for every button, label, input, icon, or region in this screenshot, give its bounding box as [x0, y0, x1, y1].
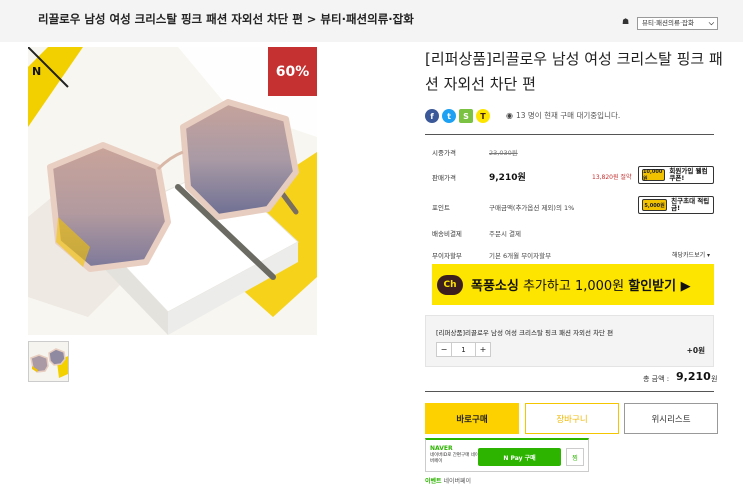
invite-reward-text: 친구초대 적립금!: [671, 197, 710, 212]
quantity-stepper: − 1 +: [436, 342, 491, 357]
reward-icon: 5,000원: [642, 199, 668, 211]
quantity-plus-button[interactable]: +: [475, 342, 491, 357]
kakao-channel-icon: Ch: [437, 274, 463, 295]
points-label: 포인트: [432, 204, 450, 212]
list-price-label: 시중가격: [432, 149, 456, 157]
card-list-link[interactable]: 해당카드보기 ▾: [672, 250, 710, 259]
chevron-down-icon: ⌵: [708, 19, 714, 27]
signup-coupon-button[interactable]: 10,000원 회원가입 웰컴쿠폰!: [638, 166, 714, 184]
naver-pay-event[interactable]: 이벤트 네이버페이: [425, 476, 471, 485]
naver-pay-buy-button[interactable]: N Pay 구매: [478, 448, 561, 466]
total-unit: 원: [711, 375, 718, 383]
home-icon[interactable]: ☗: [622, 17, 629, 26]
kakao-banner-normal: 추가하고 1,000원: [518, 279, 629, 294]
divider: [425, 391, 714, 392]
divider: [425, 134, 714, 135]
option-name: [리퍼상품]리끌로우 남성 여성 크리스탈 핑크 패션 자외선 차단 편: [436, 329, 614, 337]
eye-icon: ◉: [506, 111, 513, 120]
option-price: +0원: [686, 346, 705, 355]
kakao-channel-banner[interactable]: Ch 폭풍소싱 추가하고 1,000원 할인받기 ▶: [432, 264, 714, 305]
installment-label: 무이자할부: [432, 252, 462, 260]
shipping-label: 배송비결제: [432, 230, 462, 238]
add-to-cart-button[interactable]: 장바구니: [525, 403, 619, 434]
thumbnail-photo: [29, 342, 68, 381]
coupon-icon: 10,000원: [642, 169, 666, 182]
kakao-banner-bold-2: 할인받기: [628, 279, 677, 294]
total-label: 총 금액 :: [643, 375, 670, 383]
breadcrumb: 리끌로우 남성 여성 크리스탈 핑크 패션 자외선 차단 편 > 뷰티·패션의류…: [38, 12, 414, 26]
naver-pay-event-text: 네이버페이: [441, 478, 472, 485]
shipping-value: 주문시 결제: [489, 230, 521, 238]
wishlist-button[interactable]: 위시리스트: [624, 403, 718, 434]
arrow-right-icon: ▶: [676, 279, 691, 294]
invite-reward-button[interactable]: 5,000원 친구초대 적립금!: [638, 196, 714, 214]
quantity-input[interactable]: 1: [452, 342, 475, 357]
viewer-count-text: 13 명이 현재 구매 대기중입니다.: [515, 111, 621, 120]
category-select[interactable]: 뷰티·패션의류·잡화 ⌵: [637, 17, 718, 30]
kakaostory-icon[interactable]: S: [459, 109, 473, 123]
quantity-minus-button[interactable]: −: [436, 342, 452, 357]
naver-pay-description: 네이버ID로 간편구매 네이버페이: [430, 453, 480, 464]
twitter-icon[interactable]: t: [442, 109, 456, 123]
selected-option: [리퍼상품]리끌로우 남성 여성 크리스탈 핑크 패션 자외선 차단 편 − 1…: [425, 315, 714, 367]
installment-value: 기본 6개월 무이자할부: [489, 252, 552, 260]
sale-price-value: 9,210원: [489, 173, 526, 183]
naver-pay-box: NAVER 네이버ID로 간편구매 네이버페이 N Pay 구매 찜: [425, 438, 589, 472]
kakao-banner-bold-1: 폭풍소싱: [471, 279, 519, 294]
svg-text:N: N: [32, 65, 41, 78]
share-buttons: f t S T: [425, 108, 493, 124]
total-value: 9,210: [676, 370, 711, 383]
naver-pay-event-prefix: 이벤트: [425, 478, 442, 485]
top-bar: 리끌로우 남성 여성 크리스탈 핑크 패션 자외선 차단 편 > 뷰티·패션의류…: [0, 0, 743, 42]
discount-badge: 60%: [268, 47, 317, 96]
facebook-icon[interactable]: f: [425, 109, 439, 123]
product-title: [리퍼상품]리끌로우 남성 여성 크리스탈 핑크 패션 자외선 차단 편: [425, 50, 723, 93]
category-select-value: 뷰티·패션의류·잡화: [642, 19, 694, 27]
kakaotalk-icon[interactable]: T: [476, 109, 490, 123]
viewer-count: ◉ 13 명이 현재 구매 대기중입니다.: [506, 110, 620, 121]
signup-coupon-text: 회원가입 웰컴쿠폰!: [669, 167, 708, 182]
savings-link[interactable]: 13,820원 절약: [592, 172, 631, 181]
buy-now-button[interactable]: 바로구매: [425, 403, 519, 434]
naver-logo: NAVER: [430, 445, 453, 452]
product-thumbnail[interactable]: [28, 341, 69, 382]
list-price-value: 23,030원: [489, 149, 518, 157]
sale-price-label: 판매가격: [432, 174, 456, 182]
points-value: 구매금액(추가옵션 제외)의 1%: [489, 204, 575, 212]
kakao-banner-text: 폭풍소싱 추가하고 1,000원 할인받기 ▶: [471, 275, 691, 294]
naver-pay-wish-button[interactable]: 찜: [566, 448, 584, 466]
